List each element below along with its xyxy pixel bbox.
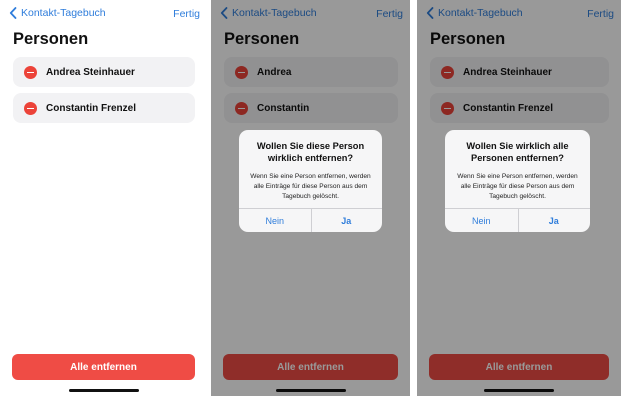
confirm-dialog: Wollen Sie diese Person wirklich entfern… bbox=[239, 130, 382, 232]
cancel-button[interactable]: Nein bbox=[239, 209, 311, 232]
person-name: Andrea Steinhauer bbox=[46, 66, 135, 78]
nav-bar: Kontakt-Tagebuch Fertig bbox=[0, 0, 207, 28]
screen-remove-all-alert: Kontakt-Tagebuch Fertig Personen Andrea … bbox=[417, 0, 621, 396]
chevron-left-icon bbox=[9, 7, 17, 19]
person-row: Andrea Steinhauer bbox=[13, 57, 195, 87]
person-row: Constantin Frenzel bbox=[13, 93, 195, 123]
minus-circle-icon[interactable] bbox=[24, 101, 37, 115]
screen-person-list: Kontakt-Tagebuch Fertig Personen Andrea … bbox=[0, 0, 207, 396]
back-button[interactable]: Kontakt-Tagebuch bbox=[9, 7, 106, 19]
dialog-message: Wenn Sie eine Person entfernen, werden a… bbox=[457, 173, 578, 200]
page-title: Personen bbox=[13, 30, 89, 48]
confirm-button[interactable]: Ja bbox=[311, 209, 383, 232]
dialog-title: Wollen Sie diese Person wirklich entfern… bbox=[256, 141, 365, 163]
minus-circle-icon[interactable] bbox=[24, 65, 37, 79]
screen-remove-person-alert: Kontakt-Tagebuch Fertig Personen Andrea … bbox=[211, 0, 410, 396]
confirm-button[interactable]: Ja bbox=[518, 209, 591, 232]
done-button[interactable]: Fertig bbox=[173, 8, 200, 20]
confirm-dialog: Wollen Sie wirklich alle Personen entfer… bbox=[445, 130, 590, 232]
remove-all-button[interactable]: Alle entfernen bbox=[12, 354, 195, 380]
dialog-message: Wenn Sie eine Person entfernen, werden a… bbox=[250, 173, 371, 200]
back-label: Kontakt-Tagebuch bbox=[21, 7, 106, 19]
cancel-button[interactable]: Nein bbox=[445, 209, 518, 232]
person-name: Constantin Frenzel bbox=[46, 102, 137, 114]
home-indicator bbox=[68, 389, 139, 392]
dialog-title: Wollen Sie wirklich alle Personen entfer… bbox=[466, 141, 569, 163]
